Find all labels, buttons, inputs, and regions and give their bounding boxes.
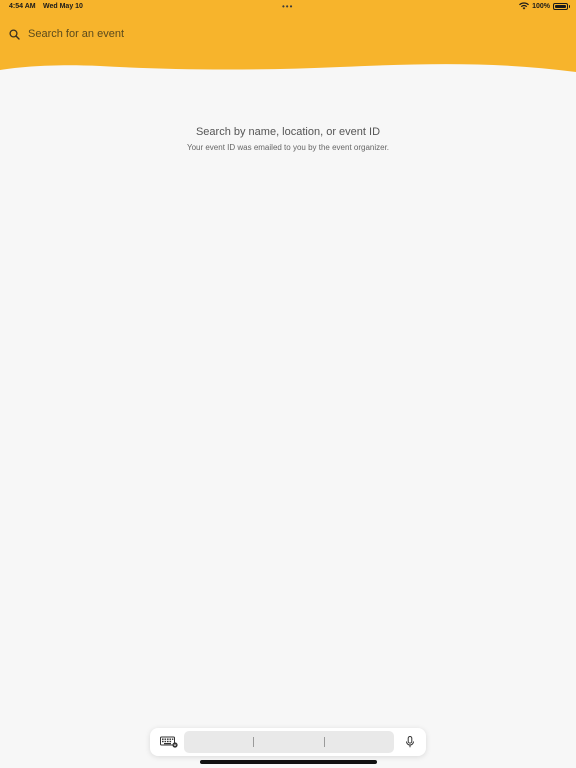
search-field[interactable]: Search for an event: [9, 25, 124, 43]
status-date: Wed May 10: [43, 3, 83, 10]
show-keyboard-button[interactable]: [158, 734, 180, 750]
battery-percentage: 100%: [532, 2, 550, 10]
empty-state-subtitle: Your event ID was emailed to you by the …: [186, 143, 390, 152]
suggestion-left[interactable]: [184, 731, 253, 753]
wifi-icon: [519, 2, 530, 10]
status-indicators: 100%: [519, 2, 570, 10]
search-input[interactable]: Search for an event: [28, 28, 124, 40]
status-time: 4:54 AM: [9, 3, 36, 10]
header: 4:54 AM Wed May 10 ••• 100% Search for a…: [0, 0, 576, 80]
suggestion-right[interactable]: [325, 731, 394, 753]
empty-state: Search by name, location, or event ID Yo…: [0, 126, 576, 152]
suggestion-center[interactable]: [254, 731, 323, 753]
predictive-text-bar: [184, 731, 394, 753]
dictation-button[interactable]: [402, 734, 418, 750]
keyboard-icon: [160, 736, 178, 748]
empty-state-title: Search by name, location, or event ID: [195, 126, 381, 138]
battery-icon: [553, 2, 570, 10]
keyboard-shortcut-bar: [150, 728, 426, 756]
status-bar: 4:54 AM Wed May 10 ••• 100%: [0, 0, 576, 14]
home-indicator[interactable]: [200, 760, 377, 764]
microphone-icon: [406, 736, 414, 748]
multitasking-dots[interactable]: •••: [282, 2, 293, 11]
search-icon: [9, 28, 20, 40]
